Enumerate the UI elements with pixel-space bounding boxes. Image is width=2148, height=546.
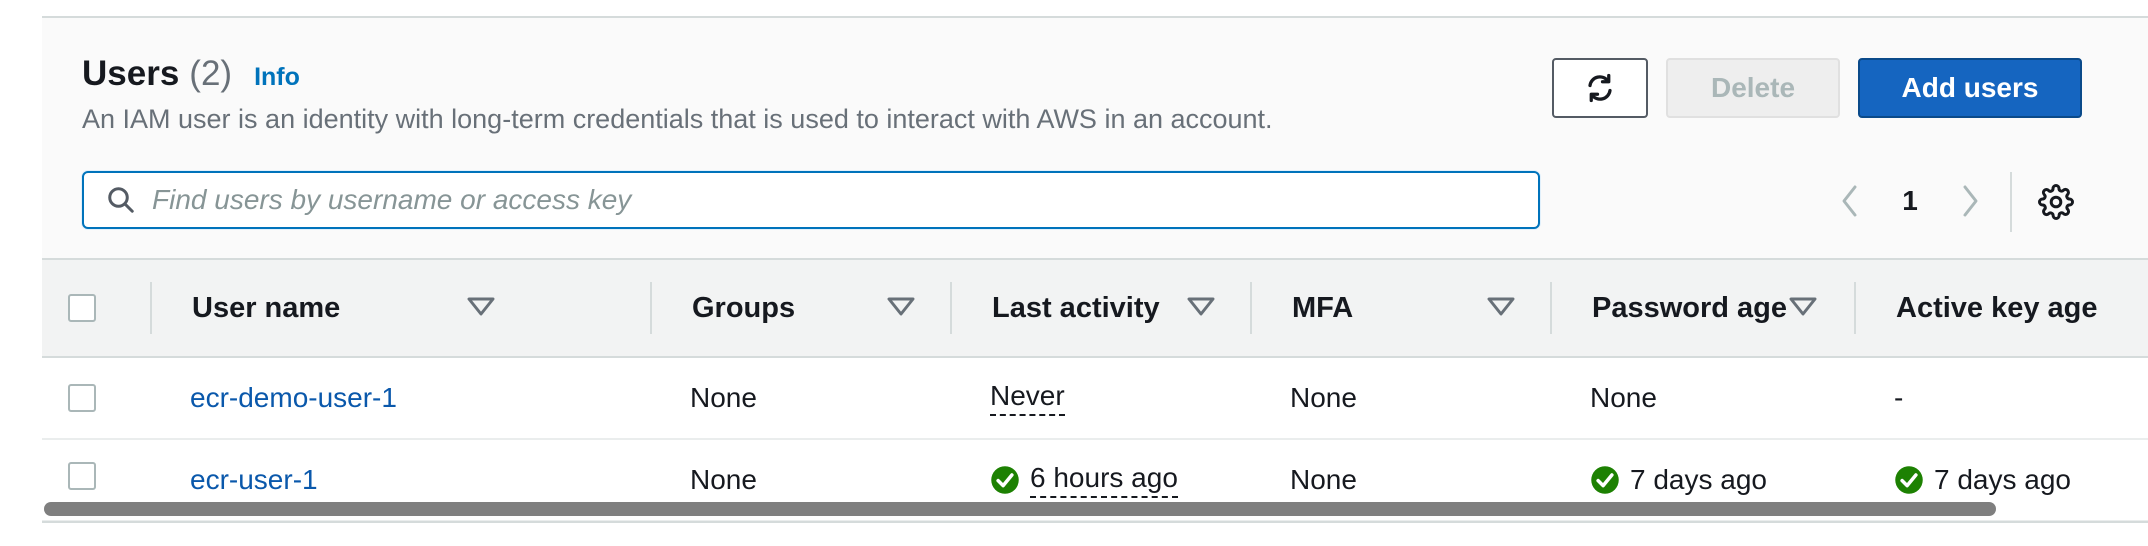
- column-separator: [650, 282, 652, 334]
- column-header-user-name[interactable]: User name: [192, 260, 340, 356]
- sort-down-icon[interactable]: [886, 296, 916, 318]
- column-separator: [150, 282, 152, 334]
- table-row[interactable]: ecr-demo-user-1 None Never None None -: [42, 358, 2148, 440]
- horizontal-scrollbar[interactable]: [44, 502, 1996, 516]
- gear-icon: [2038, 184, 2074, 220]
- last-activity-cell[interactable]: 6 hours ago: [1030, 462, 1178, 498]
- active-key-age-status: 7 days ago: [1894, 464, 2071, 496]
- column-header-password-age[interactable]: Password age: [1592, 260, 1787, 356]
- user-count: (2): [189, 54, 233, 93]
- last-activity-status: 6 hours ago: [990, 462, 1178, 498]
- column-separator: [1550, 282, 1552, 334]
- row-checkbox[interactable]: [68, 462, 96, 490]
- row-checkbox[interactable]: [68, 384, 96, 412]
- sort-down-icon[interactable]: [466, 296, 496, 318]
- page-title: Users: [82, 54, 180, 93]
- chevron-right-icon: [1963, 185, 1978, 217]
- password-age-cell: 7 days ago: [1630, 464, 1767, 495]
- current-page-number[interactable]: 1: [1870, 185, 1950, 217]
- table-header-row: User name Groups Last activity MFA Passw…: [42, 258, 2148, 358]
- password-age-status: 7 days ago: [1590, 464, 1767, 496]
- success-check-icon: [991, 466, 1019, 494]
- success-check-icon: [1895, 466, 1923, 494]
- refresh-icon: [1588, 73, 1612, 103]
- sort-down-icon[interactable]: [1186, 296, 1216, 318]
- table-bottom-border: [42, 521, 2148, 523]
- page-title-row: Users (2) Info: [82, 54, 300, 94]
- column-header-last-activity[interactable]: Last activity: [992, 260, 1160, 356]
- user-name-link[interactable]: ecr-demo-user-1: [190, 358, 397, 438]
- password-age-cell: None: [1590, 382, 1657, 413]
- last-activity-cell[interactable]: Never: [990, 380, 1065, 416]
- preferences-button[interactable]: [2038, 184, 2074, 225]
- select-all-checkbox[interactable]: [68, 294, 96, 322]
- chevron-left-icon: [1842, 185, 1857, 217]
- info-link[interactable]: Info: [254, 63, 300, 92]
- users-table-panel: Users (2) Info An IAM user is an identit…: [42, 16, 2148, 523]
- pager-divider: [2010, 172, 2012, 232]
- pagination: 1: [1830, 176, 1990, 226]
- active-key-age-cell: -: [1894, 382, 1904, 413]
- active-key-age-cell: 7 days ago: [1934, 464, 2071, 495]
- column-separator: [1854, 282, 1856, 334]
- mfa-cell: None: [1290, 382, 1357, 413]
- delete-button[interactable]: Delete: [1666, 58, 1840, 118]
- next-page-button[interactable]: [1950, 181, 1990, 221]
- search-input[interactable]: [150, 183, 1514, 217]
- sort-down-icon[interactable]: [1486, 296, 1516, 318]
- column-separator: [1250, 282, 1252, 334]
- column-header-groups[interactable]: Groups: [692, 260, 795, 356]
- column-separator: [950, 282, 952, 334]
- page-description: An IAM user is an identity with long-ter…: [82, 104, 1273, 134]
- column-header-mfa[interactable]: MFA: [1292, 260, 1353, 356]
- success-check-icon: [1591, 466, 1619, 494]
- column-header-active-key-age[interactable]: Active key age: [1896, 260, 2098, 356]
- add-users-button[interactable]: Add users: [1858, 58, 2082, 118]
- table-header-area: Users (2) Info An IAM user is an identit…: [42, 18, 2148, 258]
- search-icon: [108, 187, 134, 213]
- sort-down-icon[interactable]: [1788, 296, 1818, 318]
- refresh-button[interactable]: [1552, 58, 1648, 118]
- previous-page-button[interactable]: [1830, 181, 1870, 221]
- groups-cell: None: [690, 382, 757, 413]
- search-field[interactable]: [82, 171, 1540, 229]
